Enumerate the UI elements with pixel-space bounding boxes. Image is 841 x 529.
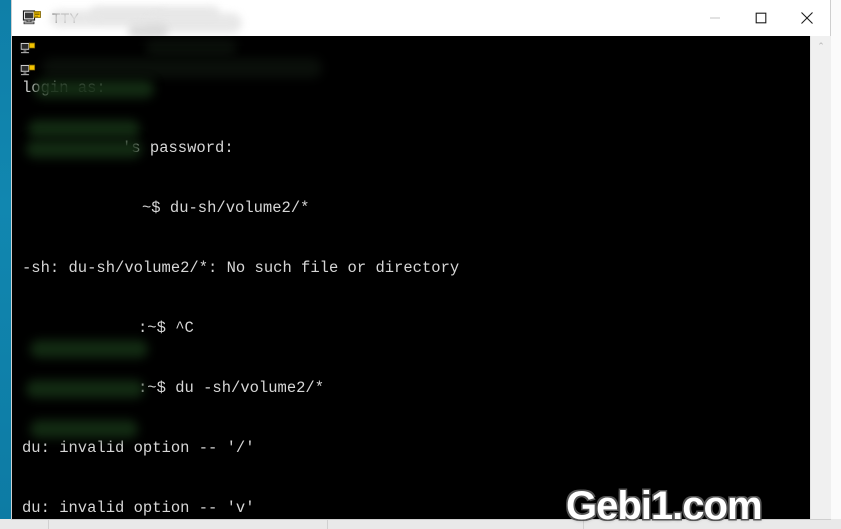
putty-icon (22, 8, 42, 28)
terminal-output-area[interactable]: login as: 's password: ~$ du-sh/volume2/… (12, 36, 810, 519)
maximize-button[interactable] (738, 0, 784, 36)
terminal-line: ~$ du-sh/volume2/* (142, 199, 310, 217)
scrollbar-thumb[interactable] (811, 58, 831, 498)
close-button[interactable] (784, 0, 830, 36)
terminal-scrollbar[interactable]: ⌃ (810, 36, 831, 519)
scroll-up-icon[interactable]: ⌃ (811, 36, 831, 56)
terminal-line: :~$ ^C (138, 319, 194, 337)
terminal-text: login as: 's password: ~$ du-sh/volume2/… (12, 38, 810, 519)
window-title: TTY (52, 10, 80, 26)
minimize-button[interactable] (692, 0, 738, 36)
terminal-line: -sh: du-sh/volume2/*: No such file or di… (22, 259, 460, 277)
window-title-bar[interactable]: TTY (12, 0, 830, 38)
terminal-line: du: invalid option -- '/' (22, 439, 255, 457)
terminal-line: 's password: (122, 139, 234, 157)
terminal-line: login as: (22, 79, 106, 97)
putty-icon (19, 62, 36, 79)
terminal-line: :~$ du -sh/volume2/* (138, 379, 325, 397)
window-controls (692, 0, 830, 36)
putty-icon (19, 40, 36, 57)
watermark-text: Gebi1.com (566, 484, 763, 528)
putty-window: TTY login as: 's password: ~$ du-sh/volu… (12, 0, 831, 519)
